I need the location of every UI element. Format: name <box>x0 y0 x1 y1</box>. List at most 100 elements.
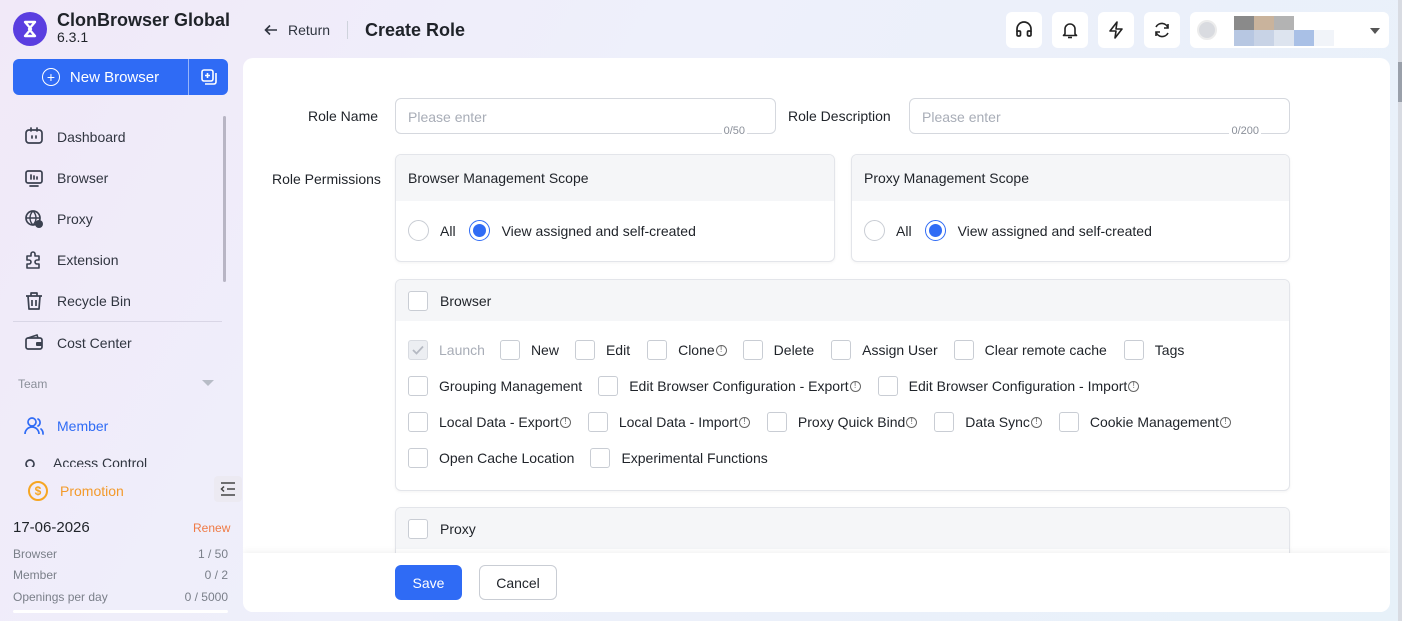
assign-user-checkbox[interactable] <box>831 340 852 360</box>
delete-checkbox[interactable] <box>742 340 763 360</box>
recycle-bin-icon <box>26 291 42 310</box>
batch-create-button[interactable] <box>188 59 228 95</box>
data-sync-checkbox[interactable] <box>934 412 955 432</box>
collapse-menu-icon <box>220 482 235 496</box>
support-button[interactable] <box>1006 12 1042 48</box>
new-browser-button[interactable]: + New Browser <box>13 59 188 95</box>
radio-label: All <box>440 222 456 239</box>
perm-open-cache-location[interactable]: Open Cache Location <box>408 448 574 468</box>
sidebar-item-browser[interactable]: Browser <box>13 157 223 198</box>
browser-scope-assigned-radio[interactable] <box>468 220 490 241</box>
quick-actions-button[interactable] <box>1098 12 1134 48</box>
return-button[interactable]: Return <box>264 22 330 38</box>
perm-label: Delete <box>773 342 815 358</box>
info-icon[interactable]: ! <box>715 344 727 356</box>
info-icon[interactable]: ! <box>559 416 571 428</box>
experimental-functions-checkbox[interactable] <box>590 448 611 468</box>
clone-checkbox[interactable] <box>647 340 668 360</box>
perm-proxy-quick-bind[interactable]: Proxy Quick Bind ! <box>766 412 918 432</box>
proxy-scope-assigned-radio[interactable] <box>924 220 946 241</box>
dashboard-icon <box>25 126 43 144</box>
sidebar-item-proxy[interactable]: Proxy <box>13 198 223 239</box>
sidebar-item-cost-center[interactable]: Cost Center <box>13 322 223 363</box>
perm-label: Grouping Management <box>439 378 583 394</box>
perm-cookie-management[interactable]: Cookie Management ! <box>1058 412 1232 432</box>
sidebar-item-label: Browser <box>57 169 109 186</box>
wallet-icon <box>25 333 43 350</box>
sidebar-nav: Dashboard Browser Proxy Extension Recycl… <box>13 116 223 363</box>
perm-edit[interactable]: Edit <box>574 340 631 360</box>
access-control-icon <box>25 459 35 467</box>
perm-local-data-export[interactable]: Local Data - Export ! <box>408 412 571 432</box>
browser-scope-all-radio[interactable] <box>408 220 429 241</box>
save-button[interactable]: Save <box>395 565 462 600</box>
sidebar-item-member[interactable]: Member <box>23 415 108 437</box>
team-collapse-caret-icon[interactable] <box>202 380 214 386</box>
perm-clone[interactable]: Clone ! <box>647 340 727 360</box>
headset-icon <box>1016 21 1032 37</box>
bell-icon <box>1062 23 1078 39</box>
info-icon[interactable]: ! <box>1220 416 1232 428</box>
edit-config-import-checkbox[interactable] <box>877 376 898 396</box>
perm-label: Edit Browser Configuration - Export <box>629 378 849 394</box>
perm-clear-remote-cache[interactable]: Clear remote cache <box>953 340 1107 360</box>
info-icon[interactable]: ! <box>1128 380 1140 392</box>
sidebar-item-dashboard[interactable]: Dashboard <box>13 116 223 157</box>
new-browser-label: New Browser <box>69 68 160 86</box>
perm-label: Edit <box>605 342 631 358</box>
edit-config-export-checkbox[interactable] <box>598 376 619 396</box>
cookie-management-checkbox[interactable] <box>1058 412 1079 432</box>
perm-delete[interactable]: Delete <box>742 340 815 360</box>
browser-scope-panel: Browser Management Scope All View assign… <box>395 154 835 262</box>
perm-tags[interactable]: Tags <box>1123 340 1184 360</box>
perm-edit-config-import[interactable]: Edit Browser Configuration - Import ! <box>877 376 1140 396</box>
perm-grouping-management[interactable]: Grouping Management <box>408 376 582 396</box>
tags-checkbox[interactable] <box>1123 340 1144 360</box>
collapse-sidebar-button[interactable] <box>214 476 242 502</box>
proxy-quick-bind-checkbox[interactable] <box>766 412 787 432</box>
perm-local-data-import[interactable]: Local Data - Import ! <box>587 412 750 432</box>
proxy-select-all-checkbox[interactable] <box>408 518 428 539</box>
sidebar-item-extension[interactable]: Extension <box>13 239 223 280</box>
local-data-import-checkbox[interactable] <box>587 412 608 432</box>
browser-select-all-checkbox[interactable] <box>408 290 428 311</box>
open-cache-location-checkbox[interactable] <box>408 448 428 468</box>
sync-button[interactable] <box>1144 12 1180 48</box>
sidebar-scrollbar[interactable] <box>223 116 226 282</box>
local-data-export-checkbox[interactable] <box>408 412 428 432</box>
info-icon[interactable]: ! <box>1030 416 1042 428</box>
perm-label: Open Cache Location <box>439 450 575 466</box>
avatar <box>1197 20 1217 40</box>
stat-member: Member 0 / 2 <box>13 568 228 582</box>
perm-data-sync[interactable]: Data Sync ! <box>934 412 1042 432</box>
perm-label: Launch <box>439 342 485 358</box>
notifications-button[interactable] <box>1052 12 1088 48</box>
info-icon[interactable]: ! <box>906 416 918 428</box>
page-scrollbar[interactable] <box>1398 62 1402 102</box>
info-icon[interactable]: ! <box>738 416 750 428</box>
grouping-management-checkbox[interactable] <box>408 376 428 396</box>
sidebar: ClonBrowser Global 6.3.1 + New Browser D… <box>0 0 243 621</box>
perm-assign-user[interactable]: Assign User <box>831 340 938 360</box>
perm-new[interactable]: New <box>499 340 559 360</box>
new-browser-button-group: + New Browser <box>13 59 228 95</box>
edit-checkbox[interactable] <box>574 340 595 360</box>
clear-remote-cache-checkbox[interactable] <box>953 340 974 360</box>
cancel-button[interactable]: Cancel <box>479 565 557 600</box>
perm-edit-config-export[interactable]: Edit Browser Configuration - Export ! <box>598 376 861 396</box>
perm-label: Clone <box>678 342 715 358</box>
info-icon[interactable]: ! <box>849 380 861 392</box>
radio-label: View assigned and self-created <box>501 222 696 239</box>
account-menu[interactable] <box>1190 12 1389 48</box>
perm-experimental-functions[interactable]: Experimental Functions <box>590 448 768 468</box>
sidebar-item-promotion[interactable]: $ Promotion <box>28 481 124 501</box>
sidebar-item-recycle-bin[interactable]: Recycle Bin <box>13 280 223 321</box>
header-divider <box>347 21 348 39</box>
sidebar-item-access-control[interactable]: Access Control <box>23 455 147 467</box>
role-description-input[interactable]: Please enter 0/200 <box>909 98 1290 137</box>
proxy-scope-all-radio[interactable] <box>864 220 885 241</box>
new-checkbox[interactable] <box>499 340 520 360</box>
renew-link[interactable]: Renew <box>193 521 230 535</box>
browser-scope-options: All View assigned and self-created <box>408 220 696 241</box>
role-name-input[interactable]: Please enter 0/50 <box>395 98 776 137</box>
